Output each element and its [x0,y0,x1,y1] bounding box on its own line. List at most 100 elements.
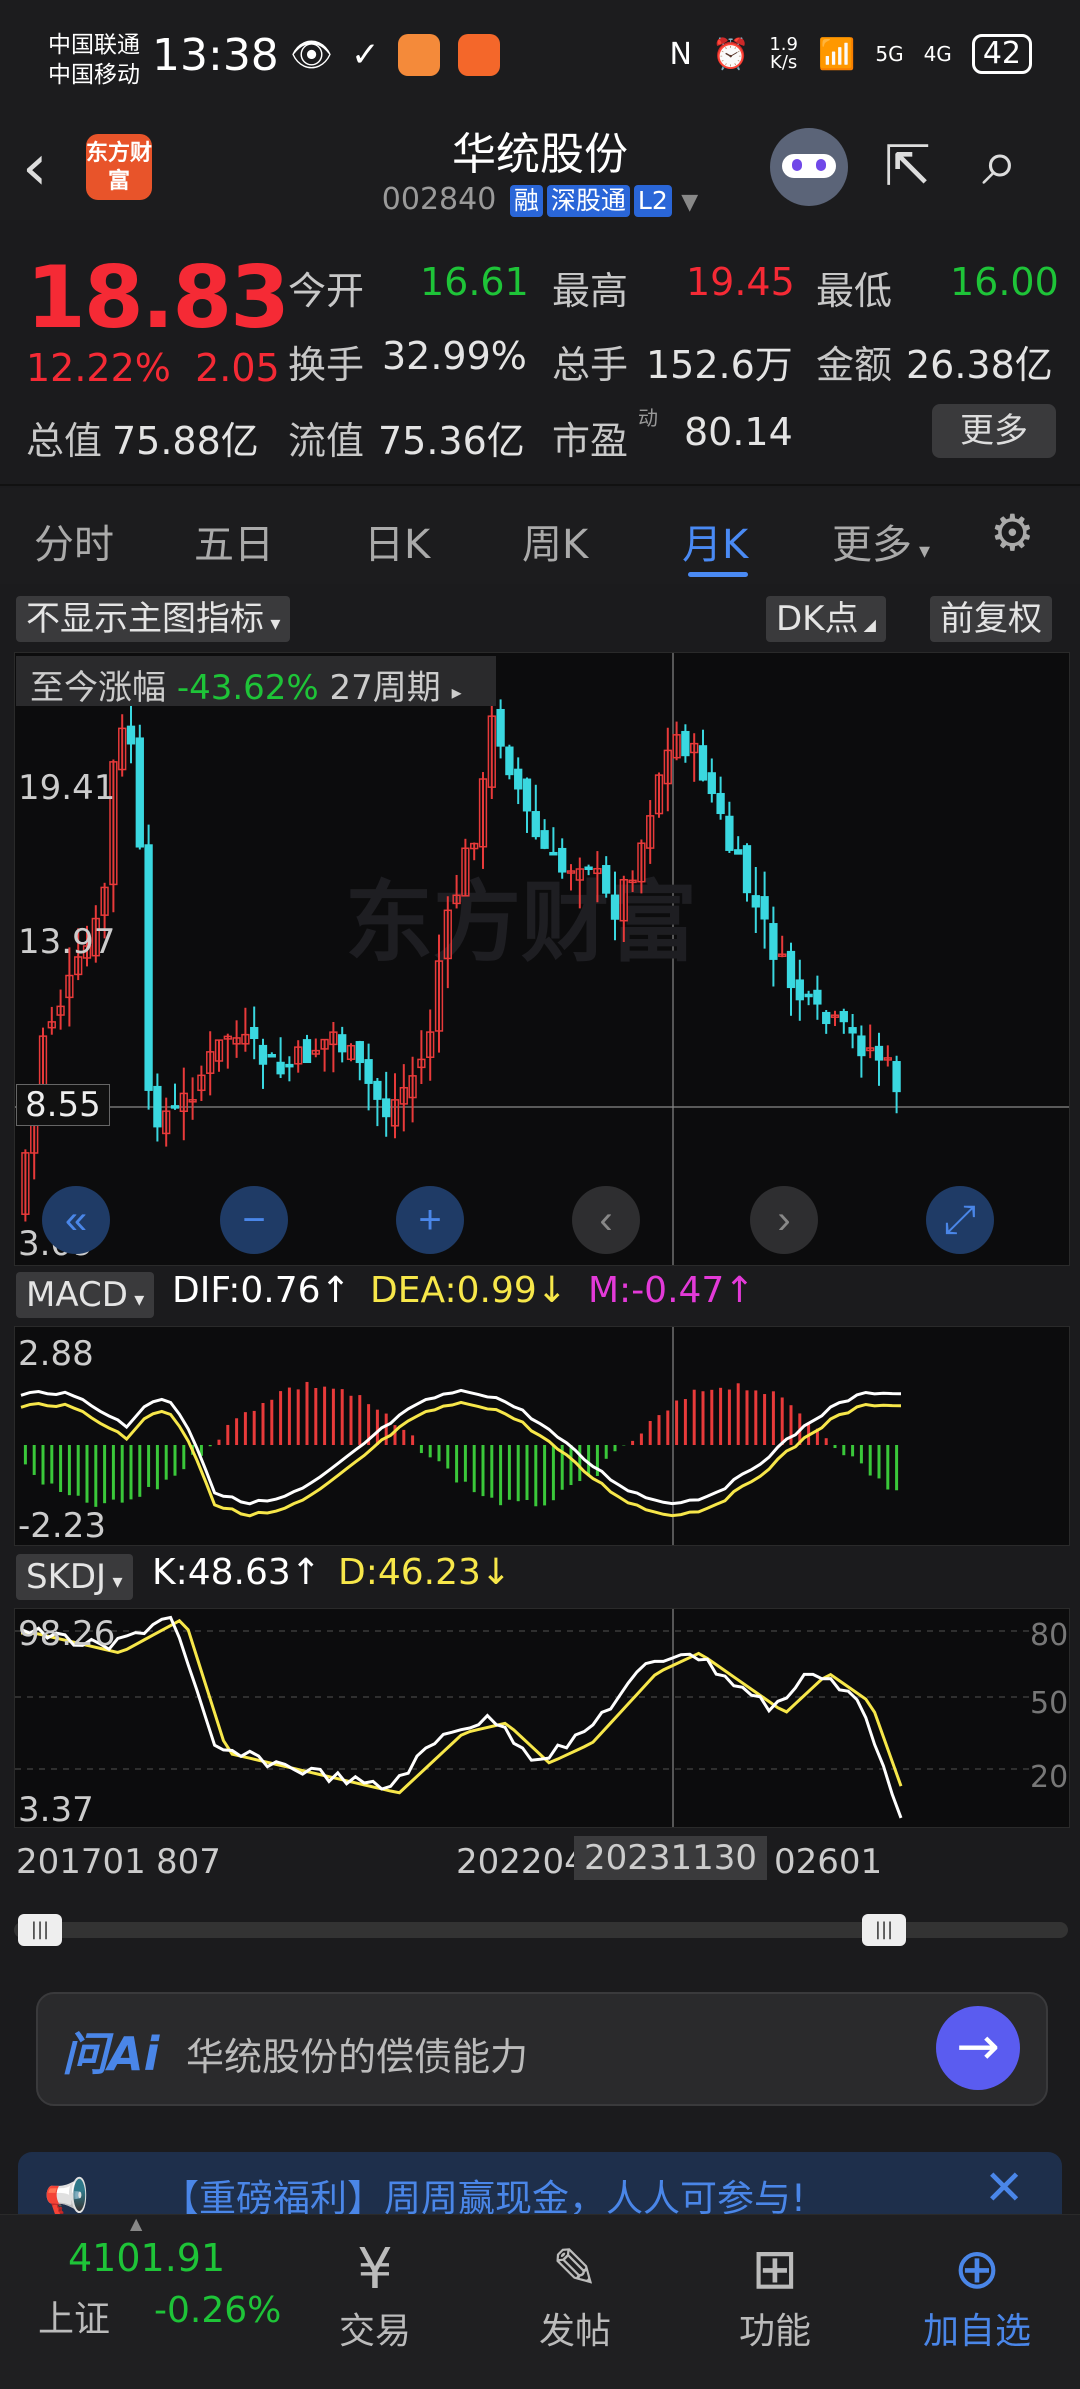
candle-body [267,1054,276,1058]
skdj-y-top: 98.26 [18,1614,116,1654]
candle-body [382,1098,391,1118]
search-icon[interactable]: ⌕ [982,126,1018,200]
mktcap-value: 75.88亿 [112,419,259,463]
chevron-down-icon[interactable]: ▼ [681,190,698,215]
edit-icon: ✎ [551,2237,599,2302]
zoom-out-icon[interactable]: − [220,1186,288,1254]
skdj-d: D:46.23↓ [338,1552,512,1593]
scroll-handle-left[interactable]: ||| [18,1914,62,1946]
tab-intraday[interactable]: 分时 [34,512,114,570]
tab-weekly-k[interactable]: 周K [522,512,588,570]
amount-value: 26.38亿 [906,343,1053,387]
fullscreen-icon[interactable]: ⤢ [926,1186,994,1254]
candle-body [126,725,136,745]
settings-gear-icon[interactable]: ⚙ [990,504,1035,562]
battery-icon: 42 [971,34,1032,74]
candle-body [602,865,611,894]
alarm-icon: ⏰ [711,36,750,72]
y-tick-2: 13.97 [18,922,116,962]
skdj-select[interactable]: SKDJ ▾ [16,1554,133,1600]
low-value: 16.00 [950,260,1059,304]
candle-body [276,1061,285,1075]
share-icon[interactable]: ⇱ [884,134,931,199]
macd-select[interactable]: MACD ▾ [16,1272,155,1318]
range-value: -43.62% [176,668,319,708]
close-icon[interactable]: ✕ [984,2160,1024,2216]
candle-body [496,708,505,747]
candle-body [751,895,760,908]
ai-logo: 问Ai [62,2027,160,2081]
change-percent: 12.22% [26,346,171,390]
candle-body [549,851,558,856]
nav-post[interactable]: ✎ 发帖 [520,2238,630,2354]
macd-chart[interactable] [14,1326,1070,1546]
scroll-right-icon[interactable]: › [750,1186,818,1254]
candle-body [707,772,716,795]
range-stats: 至今涨幅 -43.62% 27周期 ▸ [30,660,462,709]
adjust-fq-button[interactable]: 前复权 [930,596,1052,642]
kline-svg: 东方财富 [15,653,1069,1265]
candle-body [285,1063,294,1068]
chevron-up-icon[interactable]: ▲ [130,2214,142,2233]
tag-hk-connect: 深股通 [546,185,630,217]
candle-body [742,845,752,894]
assistant-avatar-icon[interactable] [770,128,848,206]
candle-body [250,1026,259,1040]
y-tick-1: 19.41 [18,768,116,808]
ask-send-button[interactable]: → [936,2006,1020,2090]
ask-ai-prompt[interactable]: 华统股份的偿债能力 [186,2026,528,2081]
nav-functions[interactable]: ⊞ 功能 [720,2238,830,2354]
candle-body [874,1045,884,1061]
candle-body [338,1034,347,1053]
macd-dea: DEA:0.99↓ [370,1270,567,1311]
scroll-handle-right[interactable]: ||| [862,1914,906,1946]
macd-y-bottom: -2.23 [18,1506,106,1546]
tab-more[interactable]: 更多 ▾ [832,512,930,570]
candle-body [681,730,690,757]
pe-label: 市盈 [552,419,629,463]
skdj-chart[interactable] [14,1608,1070,1828]
macd-dif: DIF:0.76↑ [172,1270,351,1311]
float-label: 流值 [288,419,365,463]
skdj-k: K:48.63↑ [152,1552,321,1593]
kline-chart[interactable]: 东方财富 [14,652,1070,1266]
fast-backward-icon[interactable]: « [42,1186,110,1254]
candle-body [302,1039,312,1064]
heart-app-icon [397,34,440,76]
index-name[interactable]: 上证 [38,2290,110,2342]
index-change[interactable]: -0.26% [154,2290,281,2331]
nav-trade[interactable]: ¥ 交易 [320,2238,430,2354]
scroll-left-icon[interactable]: ‹ [572,1186,640,1254]
macd-dif-line [20,1388,902,1506]
candle-body [786,950,796,989]
main-indicator-select[interactable]: 不显示主图指标 ▾ [16,596,291,642]
more-quote-button[interactable]: 更多 [932,404,1056,458]
skdj-k-line [20,1615,903,1819]
zoom-in-icon[interactable]: + [396,1186,464,1254]
grid-icon: ⊞ [751,2237,799,2302]
candle-body [795,979,804,1001]
candle-body [734,849,743,855]
tab-five-day[interactable]: 五日 [194,512,274,570]
tab-daily-k[interactable]: 日K [364,512,430,570]
pe-dynamic-sup: 动 [638,406,658,430]
index-value[interactable]: 4101.91 [68,2236,225,2280]
range-scrollbar[interactable] [14,1922,1068,1938]
skdj-level-80: 80 [1030,1618,1069,1653]
candle-body [839,1011,848,1023]
candle-body [522,778,532,812]
nav-add-watchlist[interactable]: ⊕ 加自选 [912,2238,1042,2354]
dk-point-button[interactable]: DK点 ◢ [766,596,886,642]
x-tick-3: 202204 [456,1842,586,1882]
candle-body [258,1044,268,1065]
tab-monthly-k[interactable]: 月K [682,512,748,570]
open-value: 16.61 [420,260,529,304]
price-change: 12.22% 2.05 [26,346,280,390]
chevron-right-icon: ▸ [451,680,462,704]
candle-body [813,989,822,1005]
candle-body [716,792,725,815]
low-label: 最低 [816,269,893,313]
candle-body [804,993,813,998]
high-label: 最高 [552,269,629,313]
candle-body [610,894,620,920]
